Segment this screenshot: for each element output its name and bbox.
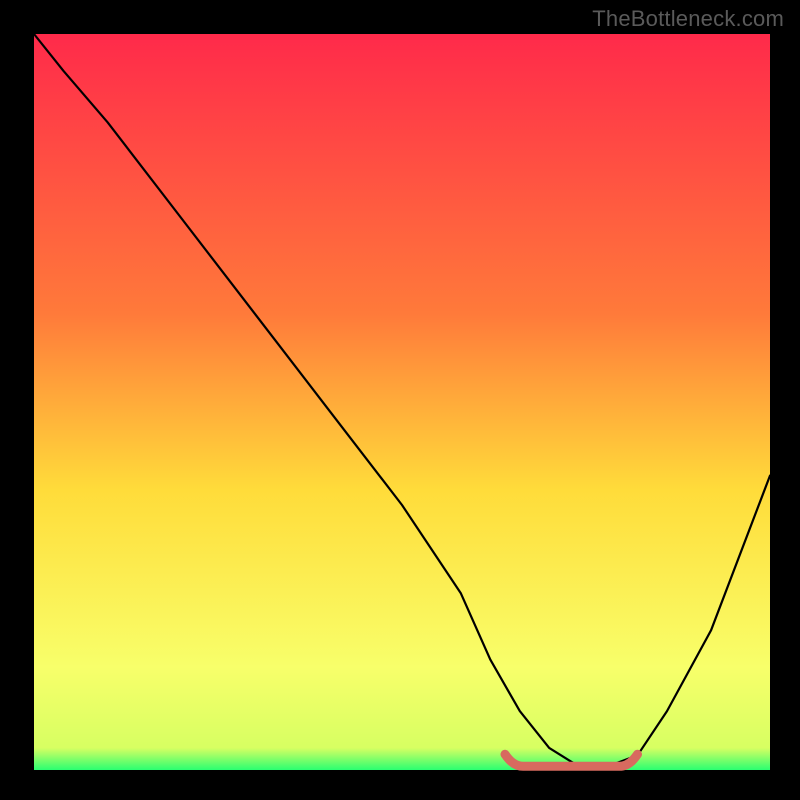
- bottleneck-chart: [0, 0, 800, 800]
- chart-container: { "watermark": "TheBottleneck.com", "col…: [0, 0, 800, 800]
- watermark-text: TheBottleneck.com: [592, 6, 784, 32]
- gradient-background: [34, 34, 770, 770]
